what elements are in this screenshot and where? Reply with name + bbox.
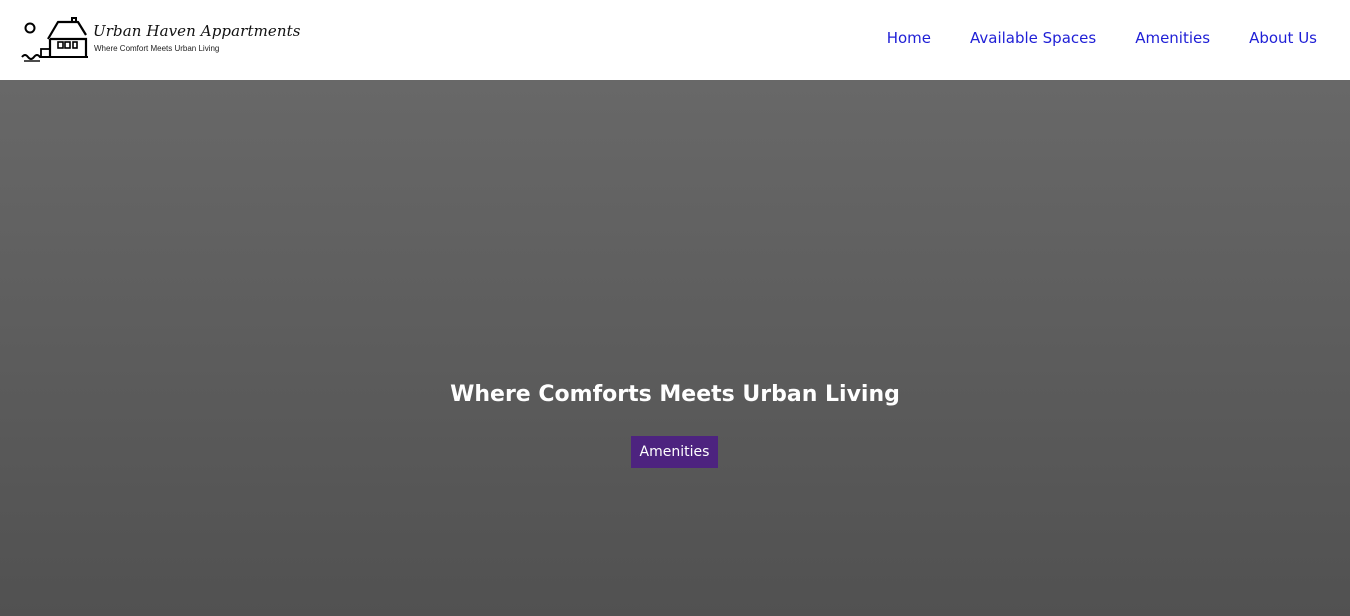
nav-link-amenities[interactable]: Amenities — [1135, 29, 1210, 47]
brand-name: Urban Haven Appartments — [93, 22, 301, 40]
nav-link-available-spaces[interactable]: Available Spaces — [970, 29, 1096, 47]
brand-tagline: Where Comfort Meets Urban Living — [94, 44, 220, 53]
brand-logo[interactable]: Urban Haven Appartments Where Comfort Me… — [20, 17, 300, 63]
hero-section: Where Comforts Meets Urban Living Amenit… — [0, 80, 1350, 616]
hero-title: Where Comforts Meets Urban Living — [450, 382, 900, 407]
main-nav: Home Available Spaces Amenities About Us — [887, 29, 1317, 47]
nav-link-home[interactable]: Home — [887, 29, 931, 47]
navbar: Urban Haven Appartments Where Comfort Me… — [0, 0, 1350, 80]
amenities-button[interactable]: Amenities — [631, 436, 718, 468]
nav-link-about-us[interactable]: About Us — [1249, 29, 1317, 47]
house-icon — [21, 17, 88, 62]
page: Urban Haven Appartments Where Comfort Me… — [0, 0, 1350, 616]
